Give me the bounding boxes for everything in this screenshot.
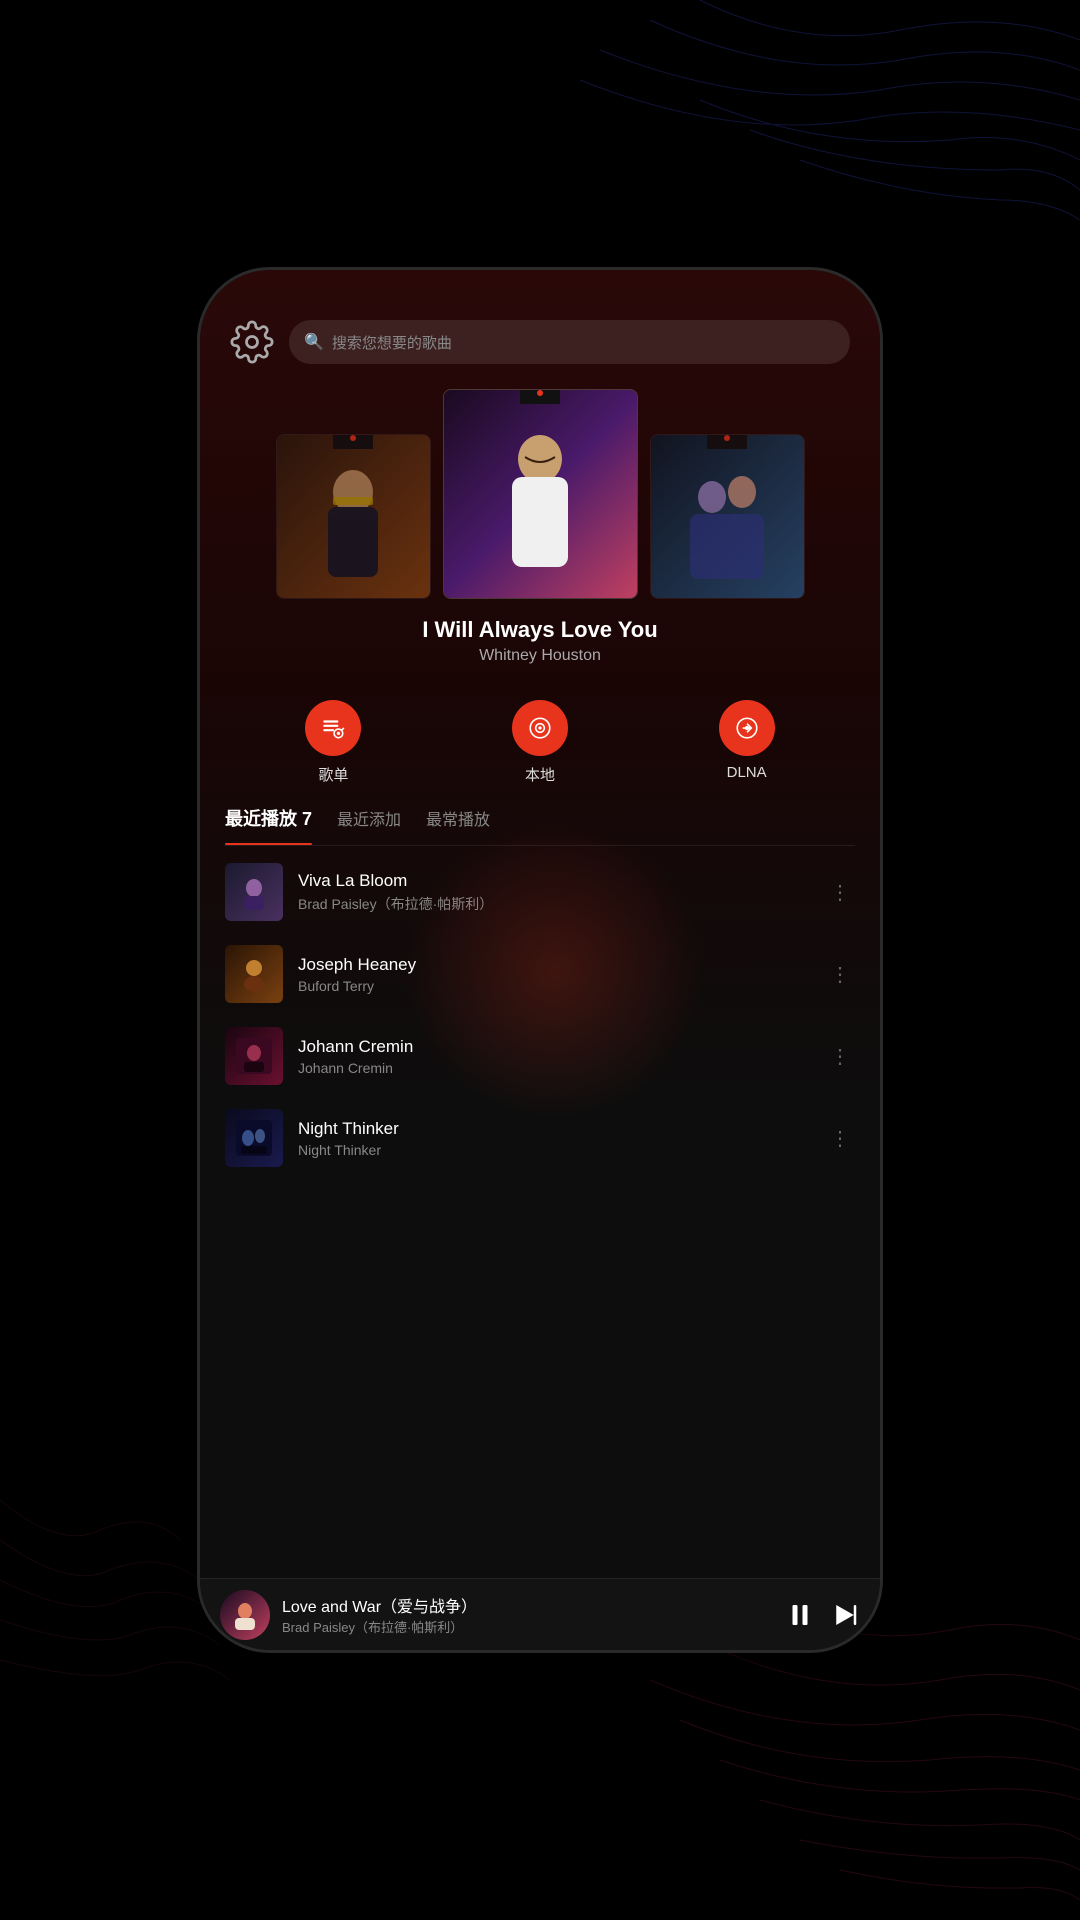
song-name-3: Johann Cremin (298, 1037, 810, 1057)
albums-row (256, 389, 825, 599)
song-row-3[interactable]: Johann Cremin Johann Cremin ⋮ (200, 1015, 880, 1097)
song-artist-3: Johann Cremin (298, 1060, 810, 1076)
tab-recent-play[interactable]: 最近播放 7 (225, 805, 312, 837)
tabs-row: 最近播放 7 最近添加 最常播放 (225, 805, 855, 846)
song-artist-2: Buford Terry (298, 978, 810, 994)
menu-item-playlist[interactable]: 歌单 (305, 700, 361, 785)
tab-recent-add[interactable]: 最近添加 (337, 806, 401, 836)
vinyl-peek-left (333, 434, 373, 449)
song-name-1: Viva La Bloom (298, 871, 810, 891)
local-label: 本地 (525, 764, 555, 785)
vinyl-peek-center (520, 389, 560, 404)
album-card-center[interactable] (443, 389, 638, 599)
now-playing-bar: Love and War（爱与战争） Brad Paisley（布拉德·帕斯利） (200, 1578, 880, 1650)
now-playing-artist: Brad Paisley（布拉德·帕斯利） (282, 1617, 773, 1636)
song-info-2: Joseph Heaney Buford Terry (298, 955, 810, 994)
next-button[interactable] (830, 1600, 860, 1630)
header: 🔍 搜索您想要的歌曲 (200, 310, 880, 379)
search-placeholder-text: 搜索您想要的歌曲 (332, 332, 452, 353)
now-playing-info: Love and War（爱与战争） Brad Paisley（布拉德·帕斯利） (282, 1593, 773, 1636)
album-art-left (277, 435, 430, 598)
song-row-4[interactable]: Night Thinker Night Thinker ⋮ (200, 1097, 880, 1179)
song-row-2[interactable]: Joseph Heaney Buford Terry ⋮ (200, 933, 880, 1015)
local-icon-circle (512, 700, 568, 756)
song-info-4: Night Thinker Night Thinker (298, 1119, 810, 1158)
notch-area (200, 270, 880, 310)
album-carousel: I Will Always Love You Whitney Houston (200, 379, 880, 680)
more-button-1[interactable]: ⋮ (825, 875, 855, 910)
tabs-section: 最近播放 7 最近添加 最常播放 (200, 795, 880, 846)
song-thumb-4 (225, 1109, 283, 1167)
playlist-icon-circle (305, 700, 361, 756)
album-card-right[interactable] (650, 434, 805, 599)
playlist-label: 歌单 (318, 764, 348, 785)
more-button-3[interactable]: ⋮ (825, 1039, 855, 1074)
song-info-1: Viva La Bloom Brad Paisley（布拉德·帕斯利） (298, 871, 810, 914)
phone-device: 🔍 搜索您想要的歌曲 (200, 270, 880, 1650)
menu-row: 歌单 本地 (200, 680, 880, 795)
song-row-1[interactable]: Viva La Bloom Brad Paisley（布拉德·帕斯利） ⋮ (200, 851, 880, 933)
settings-button[interactable] (230, 320, 274, 364)
vinyl-peek-right (707, 434, 747, 449)
album-art-center (444, 390, 637, 598)
song-list: Viva La Bloom Brad Paisley（布拉德·帕斯利） ⋮ Jo… (200, 846, 880, 1578)
pause-button[interactable] (785, 1600, 815, 1630)
dlna-label: DLNA (727, 764, 767, 781)
search-bar[interactable]: 🔍 搜索您想要的歌曲 (289, 320, 850, 364)
song-thumb-3 (225, 1027, 283, 1085)
phone-screen: 🔍 搜索您想要的歌曲 (200, 270, 880, 1650)
now-playing-title: Love and War（爱与战争） (282, 1593, 773, 1617)
featured-song-artist: Whitney Houston (479, 647, 601, 665)
song-name-4: Night Thinker (298, 1119, 810, 1139)
now-playing-controls (785, 1600, 860, 1630)
search-icon: 🔍 (304, 332, 324, 352)
menu-item-dlna[interactable]: DLNA (719, 700, 775, 785)
more-button-2[interactable]: ⋮ (825, 957, 855, 992)
song-thumb-1 (225, 863, 283, 921)
album-art-right (651, 435, 804, 598)
song-thumb-2 (225, 945, 283, 1003)
song-artist-1: Brad Paisley（布拉德·帕斯利） (298, 894, 810, 914)
song-info-3: Johann Cremin Johann Cremin (298, 1037, 810, 1076)
now-playing-thumb (220, 1590, 270, 1640)
featured-song-title: I Will Always Love You (422, 617, 657, 643)
album-card-left[interactable] (276, 434, 431, 599)
dlna-icon-circle (719, 700, 775, 756)
menu-item-local[interactable]: 本地 (512, 700, 568, 785)
song-artist-4: Night Thinker (298, 1142, 810, 1158)
more-button-4[interactable]: ⋮ (825, 1121, 855, 1156)
song-name-2: Joseph Heaney (298, 955, 810, 975)
tab-most-played[interactable]: 最常播放 (426, 806, 490, 836)
